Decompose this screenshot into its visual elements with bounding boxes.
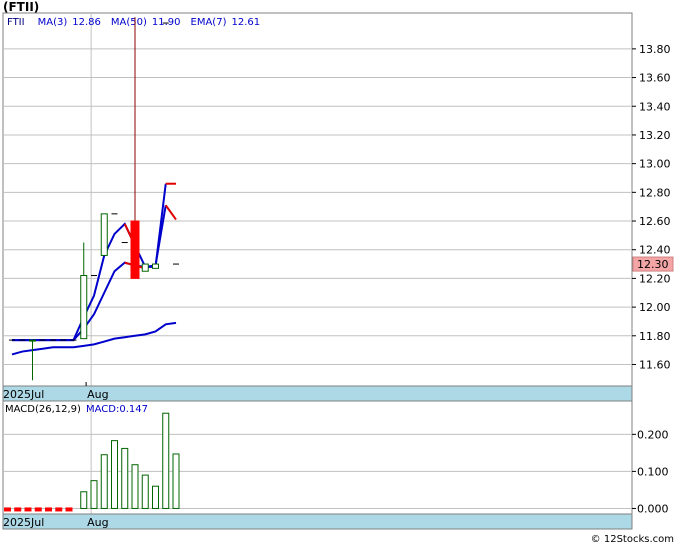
macd-bar (121, 447, 129, 509)
price-date-label: Aug (87, 388, 108, 401)
macd-neg-marker (65, 507, 73, 512)
candle-body-up (29, 339, 36, 342)
price-tick-label: 12.20 (639, 272, 671, 285)
macd-bar (100, 454, 108, 509)
macd-title: MACD(26,12,9) (5, 404, 81, 415)
price-tick-label: 12.00 (639, 301, 671, 314)
price-tick-label: 12.40 (639, 244, 671, 257)
last-price-label: 12.30 (637, 258, 669, 271)
macd-neg-marker (55, 507, 63, 512)
price-tick-label: 12.60 (639, 215, 671, 228)
legend-value: 12.86 (72, 17, 101, 28)
macd-bar (152, 485, 159, 509)
macd-bar (111, 440, 118, 509)
price-tick-label: 13.40 (639, 100, 671, 113)
macd-tick-label: 0.100 (637, 465, 669, 478)
price-tick-label: 13.20 (639, 129, 671, 142)
macd-bar (80, 491, 88, 509)
price-tick-label: 13.60 (639, 72, 671, 85)
macd-neg-marker (14, 507, 22, 512)
macd-neg-marker (4, 507, 11, 512)
macd-bar (141, 474, 149, 509)
legend-label: MA(3) (38, 17, 68, 28)
price-tick-label: 12.80 (639, 186, 671, 199)
legend-label: EMA(7) (191, 17, 227, 28)
price-tick-label: 11.60 (639, 358, 671, 371)
chart-title: (FTII) (3, 0, 40, 14)
price-tick-label: 13.00 (639, 158, 671, 171)
candle-body-down (130, 220, 140, 279)
legend-label: MA(50) (111, 17, 147, 28)
price-date-label: 2025Jul (3, 388, 44, 401)
macd-bar (172, 453, 180, 509)
candle-body-up (80, 275, 88, 340)
macd-value-label: MACD:0.147 (86, 404, 148, 415)
macd-bar (162, 412, 170, 509)
chart-canvas: 11.60 11.80 12.00 12.20 12.40 12.60 12.80 13.00… (2, 12, 674, 530)
macd-bar (90, 480, 98, 509)
macd-tick-label: 0.200 (637, 428, 669, 441)
macd-neg-marker (45, 507, 52, 512)
macd-date-label: 2025Jul (3, 516, 44, 529)
macd-neg-marker (24, 507, 32, 512)
legend-value: 12.61 (231, 17, 260, 28)
price-tick-label: 11.80 (639, 330, 671, 343)
macd-tick-label: 0.000 (637, 502, 669, 515)
macd-neg-marker (34, 507, 42, 512)
legend-value: 11.90 (152, 17, 181, 28)
price-panel-frame (2, 12, 633, 387)
candle-body-up (141, 263, 149, 272)
candle-body-up (100, 213, 108, 256)
price-tick-label: 13.80 (639, 43, 671, 56)
legend-label: FTII (7, 17, 25, 28)
candle-body-up (152, 263, 159, 269)
macd-date-label: Aug (87, 516, 108, 529)
watermark: © 12Stocks.com (590, 534, 674, 545)
macd-bar (131, 464, 139, 509)
